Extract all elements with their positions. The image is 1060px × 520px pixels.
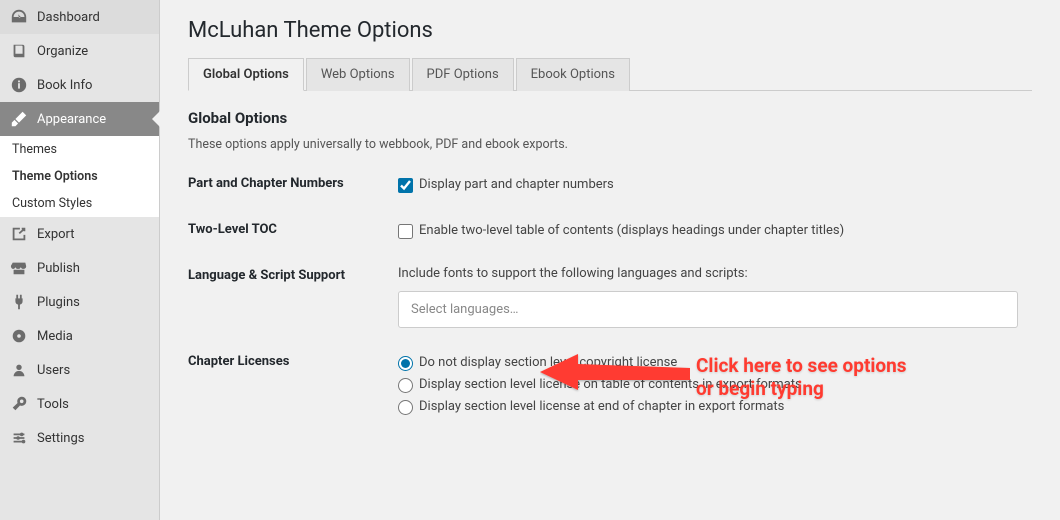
- sidebar-item-export[interactable]: Export: [0, 217, 159, 251]
- appearance-submenu: Themes Theme Options Custom Styles: [0, 136, 159, 217]
- row-chapter-licenses: Chapter Licenses Do not display section …: [188, 352, 1032, 418]
- media-icon: [10, 327, 28, 345]
- row-part-chapter: Part and Chapter Numbers Display part an…: [188, 174, 1032, 196]
- radio-license-toc[interactable]: Display section level license on table o…: [398, 374, 1032, 396]
- checkbox-label: Enable two-level table of contents (disp…: [419, 220, 844, 242]
- checkbox-label: Display part and chapter numbers: [419, 174, 614, 196]
- sidebar-item-label: Book Info: [37, 78, 92, 93]
- sidebar-item-users[interactable]: Users: [0, 353, 159, 387]
- info-icon: [10, 76, 28, 94]
- sidebar-item-organize[interactable]: Organize: [0, 34, 159, 68]
- sidebar-item-label: Organize: [37, 44, 88, 59]
- sidebar-item-tools[interactable]: Tools: [0, 387, 159, 421]
- sidebar-item-dashboard[interactable]: Dashboard: [0, 0, 159, 34]
- plug-icon: [10, 293, 28, 311]
- row-label: Chapter Licenses: [188, 352, 398, 369]
- tab-pdf-options[interactable]: PDF Options: [412, 58, 514, 91]
- checkbox-input[interactable]: [398, 178, 413, 193]
- radio-input[interactable]: [398, 378, 413, 393]
- radio-input[interactable]: [398, 400, 413, 415]
- radio-input[interactable]: [398, 356, 413, 371]
- sidebar-item-publish[interactable]: Publish: [0, 251, 159, 285]
- checkbox-two-level-toc[interactable]: Enable two-level table of contents (disp…: [398, 220, 1032, 242]
- page-title: McLuhan Theme Options: [188, 18, 1032, 43]
- brush-icon: [10, 110, 28, 128]
- sidebar-item-bookinfo[interactable]: Book Info: [0, 68, 159, 102]
- export-icon: [10, 225, 28, 243]
- tab-web-options[interactable]: Web Options: [306, 58, 410, 91]
- sidebar-item-label: Appearance: [37, 112, 106, 127]
- radio-license-none[interactable]: Do not display section level copyright l…: [398, 352, 1032, 374]
- submenu-theme-options[interactable]: Theme Options: [0, 163, 159, 190]
- sidebar-item-label: Publish: [37, 261, 80, 276]
- sidebar-item-appearance[interactable]: Appearance: [0, 102, 159, 136]
- book-icon: [10, 42, 28, 60]
- radio-label: Display section level license on table o…: [419, 374, 802, 396]
- sidebar-item-plugins[interactable]: Plugins: [0, 285, 159, 319]
- checkbox-input[interactable]: [398, 224, 413, 239]
- sidebar-item-media[interactable]: Media: [0, 319, 159, 353]
- checkbox-display-numbers[interactable]: Display part and chapter numbers: [398, 174, 1032, 196]
- radio-label: Do not display section level copyright l…: [419, 352, 677, 374]
- tools-icon: [10, 395, 28, 413]
- submenu-themes[interactable]: Themes: [0, 136, 159, 163]
- language-select[interactable]: Select languages…: [398, 291, 1018, 328]
- section-heading: Global Options: [188, 109, 1032, 127]
- options-tabs: Global Options Web Options PDF Options E…: [188, 57, 1032, 91]
- admin-sidebar: Dashboard Organize Book Info Appearance …: [0, 0, 160, 520]
- submenu-custom-styles[interactable]: Custom Styles: [0, 190, 159, 217]
- language-desc: Include fonts to support the following l…: [398, 266, 1032, 281]
- users-icon: [10, 361, 28, 379]
- sidebar-item-label: Plugins: [37, 295, 80, 310]
- sidebar-item-label: Media: [37, 329, 73, 344]
- sidebar-item-label: Users: [37, 363, 70, 378]
- tab-ebook-options[interactable]: Ebook Options: [516, 58, 630, 91]
- settings-icon: [10, 429, 28, 447]
- radio-label: Display section level license at end of …: [419, 396, 784, 418]
- sidebar-item-label: Dashboard: [37, 10, 100, 25]
- dashboard-icon: [10, 8, 28, 26]
- radio-license-end[interactable]: Display section level license at end of …: [398, 396, 1032, 418]
- main-content: McLuhan Theme Options Global Options Web…: [160, 0, 1060, 520]
- row-label: Part and Chapter Numbers: [188, 174, 398, 191]
- sidebar-item-label: Export: [37, 227, 75, 242]
- sidebar-item-settings[interactable]: Settings: [0, 421, 159, 455]
- sidebar-item-label: Settings: [37, 431, 84, 446]
- store-icon: [10, 259, 28, 277]
- row-two-level-toc: Two-Level TOC Enable two-level table of …: [188, 220, 1032, 242]
- section-description: These options apply universally to webbo…: [188, 137, 1032, 152]
- tab-global-options[interactable]: Global Options: [188, 58, 304, 91]
- row-label: Two-Level TOC: [188, 220, 398, 237]
- row-label: Language & Script Support: [188, 266, 398, 283]
- row-language-support: Language & Script Support Include fonts …: [188, 266, 1032, 328]
- sidebar-item-label: Tools: [37, 397, 69, 412]
